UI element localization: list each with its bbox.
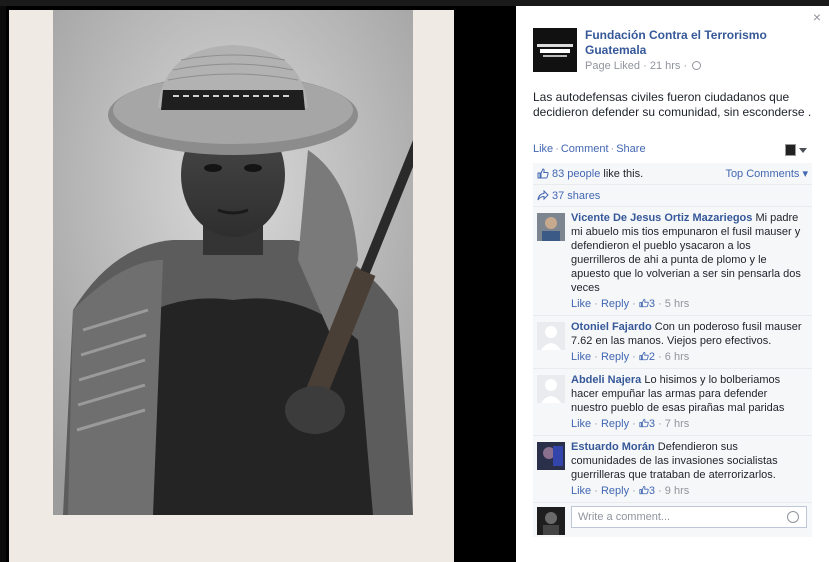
comment-like-count[interactable]: 3 (649, 485, 655, 497)
thumbs-up-icon (639, 485, 649, 495)
comment-author[interactable]: Abdeli Najera (571, 374, 641, 386)
commenter-avatar[interactable] (537, 322, 565, 350)
share-arrow-icon (537, 190, 549, 201)
comment-like-button[interactable]: Like (571, 298, 591, 310)
photo-print-border (9, 10, 454, 562)
comment-reply-button[interactable]: Reply (601, 298, 629, 310)
post-side-panel: × Fundación Contra el Terrorismo Guatema… (516, 6, 829, 562)
likes-row: 83 people like this. Top Comments ▾ (533, 163, 812, 185)
comment-text: Mi padre mi abuelo mis tios empunaron el… (571, 212, 801, 294)
page-header: Fundación Contra el Terrorismo Guatemala… (533, 28, 813, 72)
comment-actions: Like · Reply · 3 · 5 hrs (571, 298, 690, 310)
comment-like-button[interactable]: Like (571, 418, 591, 430)
shares-row[interactable]: 37 shares (533, 185, 812, 207)
shares-count[interactable]: 37 shares (552, 190, 600, 202)
feedback-box: 83 people like this. Top Comments ▾ 37 s… (533, 163, 812, 537)
comment-like-count[interactable]: 3 (649, 298, 655, 310)
current-user-avatar (537, 507, 565, 535)
commenter-avatar[interactable] (537, 442, 565, 470)
comment-author[interactable]: Estuardo Morán (571, 441, 655, 453)
commenter-avatar[interactable] (537, 213, 565, 241)
photo-illustration (53, 10, 413, 515)
comment-item: Estuardo Morán Defendieron sus comunidad… (533, 436, 812, 503)
likes-count-link[interactable]: 83 people (552, 168, 600, 180)
photo-stage[interactable] (6, 6, 516, 562)
comment-actions: Like · Reply · 3 · 7 hrs (571, 418, 690, 430)
post-text: Las autodefensas civiles fueron ciudadan… (533, 90, 812, 119)
comment-reply-button[interactable]: Reply (601, 418, 629, 430)
page-name-link[interactable]: Fundación Contra el Terrorismo Guatemala (585, 28, 785, 58)
page-avatar[interactable] (533, 28, 577, 72)
globe-icon (692, 61, 702, 70)
thumbs-up-icon (639, 298, 649, 308)
comment-like-button[interactable]: Like (571, 485, 591, 497)
comment-item: Vicente De Jesus Ortiz Mazariegos Mi pad… (533, 207, 812, 316)
thumbs-up-icon (639, 351, 649, 361)
post-meta: Page Liked · 21 hrs · (585, 60, 702, 72)
post-timestamp[interactable]: 21 hrs (650, 60, 681, 72)
comment-time[interactable]: 6 hrs (665, 351, 689, 363)
chevron-down-icon (799, 147, 807, 153)
comment-time[interactable]: 7 hrs (665, 418, 689, 430)
comment-item: Otoniel Fajardo Con un poderoso fusil ma… (533, 316, 812, 369)
comment-like-button[interactable]: Like (571, 351, 591, 363)
comment-author[interactable]: Vicente De Jesus Ortiz Mazariegos (571, 212, 752, 224)
comment-time[interactable]: 9 hrs (665, 485, 689, 497)
comment-time[interactable]: 5 hrs (665, 298, 689, 310)
share-button[interactable]: Share (616, 143, 645, 155)
comment-button[interactable]: Comment (561, 143, 609, 155)
emoji-icon[interactable] (787, 511, 799, 523)
actor-avatar-icon (785, 144, 796, 156)
comment-input[interactable] (571, 506, 807, 528)
thumbs-up-icon (639, 418, 649, 428)
comment-like-count[interactable]: 3 (649, 418, 655, 430)
like-button[interactable]: Like (533, 143, 553, 155)
comment-reply-button[interactable]: Reply (601, 351, 629, 363)
thumbs-up-icon (537, 168, 549, 179)
comment-item: Abdeli Najera Lo hisimos y lo bolberiamo… (533, 369, 812, 436)
comment-composer (533, 503, 812, 537)
commenter-avatar[interactable] (537, 375, 565, 403)
comment-like-count[interactable]: 2 (649, 351, 655, 363)
post-actions: Like · Comment · Share (533, 143, 813, 159)
likes-suffix: like this. (600, 167, 644, 180)
comment-author[interactable]: Otoniel Fajardo (571, 321, 652, 333)
close-icon[interactable]: × (811, 10, 823, 24)
post-as-selector[interactable] (785, 143, 807, 157)
page-liked-status: Page Liked (585, 60, 641, 72)
comment-actions: Like · Reply · 3 · 9 hrs (571, 485, 690, 497)
comment-reply-button[interactable]: Reply (601, 485, 629, 497)
comment-actions: Like · Reply · 2 · 6 hrs (571, 351, 690, 363)
post-photo (53, 10, 413, 515)
top-comments-dropdown[interactable]: Top Comments ▾ (725, 167, 808, 180)
